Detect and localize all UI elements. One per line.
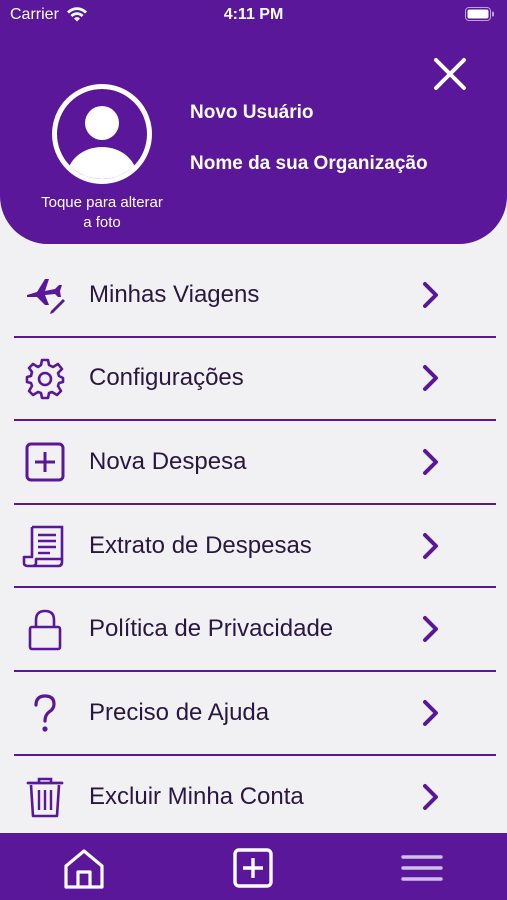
close-icon xyxy=(434,58,466,90)
menu-item-excluir-minha-conta[interactable]: Excluir Minha Conta xyxy=(14,756,496,840)
chevron-right-icon xyxy=(423,448,438,475)
organization-name: Nome da sua Organização xyxy=(190,153,428,174)
profile-header: Carrier 4:11 PM Toque para alterar a fot… xyxy=(0,0,507,244)
avatar[interactable] xyxy=(52,84,152,184)
chevron-right-icon xyxy=(423,699,438,726)
battery-icon xyxy=(465,7,495,26)
menu-list: Minhas Viagens Configurações Nova Despes… xyxy=(14,254,496,839)
menu-item-label: Configurações xyxy=(89,364,244,392)
menu-item-nova-despesa[interactable]: Nova Despesa xyxy=(14,421,496,505)
user-name: Novo Usuário xyxy=(190,102,314,123)
clock: 4:11 PM xyxy=(223,6,284,23)
menu-item-label: Preciso de Ajuda xyxy=(89,698,270,726)
trash-icon xyxy=(22,774,68,820)
menu-item-preciso-de-ajuda[interactable]: Preciso de Ajuda xyxy=(14,672,496,756)
menu-item-politica-de-privacidade[interactable]: Política de Privacidade xyxy=(14,588,496,672)
menu-item-label: Extrato de Despesas xyxy=(89,531,312,559)
lock-icon xyxy=(22,606,68,652)
tab-menu[interactable] xyxy=(397,843,447,893)
chevron-right-icon xyxy=(423,784,438,811)
tab-home[interactable] xyxy=(59,843,109,893)
chevron-right-icon xyxy=(423,532,438,559)
menu-icon xyxy=(401,855,443,881)
home-icon xyxy=(64,849,104,889)
tab-bar xyxy=(0,833,507,900)
menu-item-extrato-de-despesas[interactable]: Extrato de Despesas xyxy=(14,505,496,589)
menu-item-label: Política de Privacidade xyxy=(89,615,334,643)
plus-square-icon xyxy=(233,848,273,888)
menu-item-configuracoes[interactable]: Configurações xyxy=(14,338,496,422)
menu-item-label: Minhas Viagens xyxy=(89,280,260,308)
receipt-icon xyxy=(22,523,68,569)
chevron-right-icon xyxy=(423,281,438,308)
airplane-edit-icon xyxy=(22,272,68,318)
menu-item-label: Nova Despesa xyxy=(89,447,247,475)
chevron-right-icon xyxy=(423,616,438,643)
menu-item-label: Excluir Minha Conta xyxy=(89,783,304,811)
tab-add[interactable] xyxy=(228,843,278,893)
photo-hint[interactable]: Toque para alterar a foto xyxy=(40,193,164,233)
question-icon xyxy=(22,690,68,736)
chevron-right-icon xyxy=(423,365,438,392)
menu-item-minhas-viagens[interactable]: Minhas Viagens xyxy=(14,254,496,338)
user-icon xyxy=(67,106,137,179)
plus-square-icon xyxy=(22,439,68,485)
close-button[interactable] xyxy=(430,54,470,94)
status-bar: Carrier 4:11 PM xyxy=(0,0,507,32)
gear-icon xyxy=(22,355,68,401)
